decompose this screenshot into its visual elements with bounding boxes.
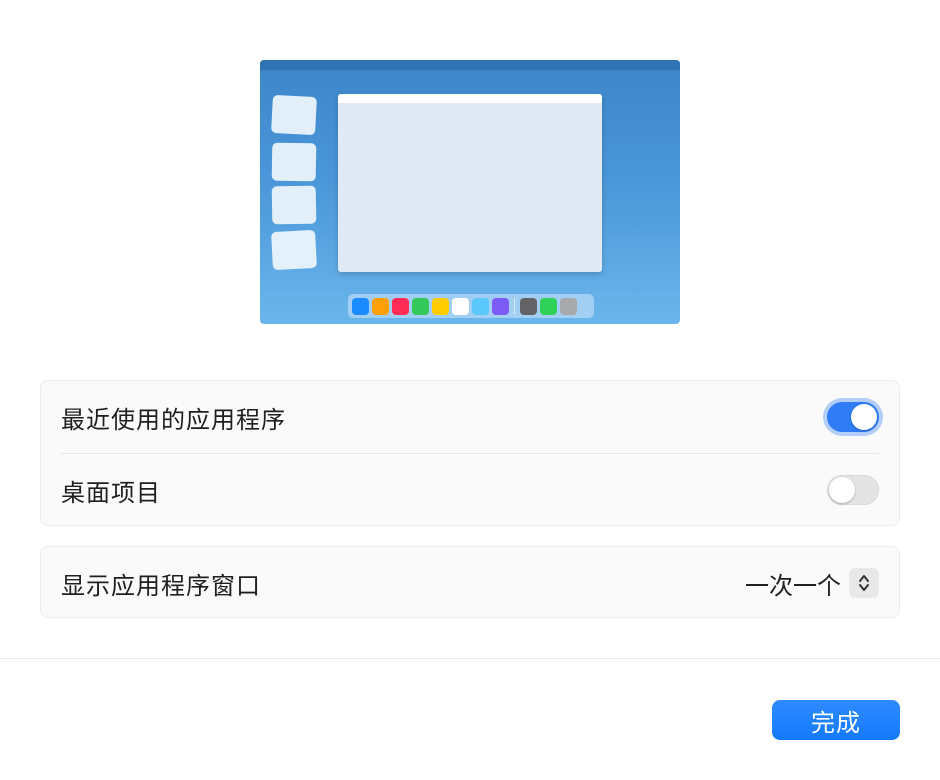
dock-app-icon <box>452 297 469 315</box>
strip-settings-group: 最近使用的应用程序 桌面项目 <box>40 380 900 526</box>
preview-stage-tile <box>271 229 317 271</box>
stage-manager-preview <box>260 60 680 324</box>
dock-app-icon <box>492 297 509 315</box>
up-down-chevron-icon[interactable] <box>849 568 879 598</box>
toggle-knob <box>829 477 855 503</box>
preview-menubar <box>260 60 680 70</box>
show-windows-popup[interactable]: 一次一个 <box>745 566 879 601</box>
dock-app-icon <box>560 297 577 315</box>
desktop-items-toggle[interactable] <box>827 475 879 505</box>
show-windows-value: 一次一个 <box>745 571 841 600</box>
show-windows-label: 显示应用程序窗口 <box>61 571 261 600</box>
dock-app-icon <box>412 297 429 315</box>
preview-stage-tile <box>271 185 317 225</box>
dock-app-icon <box>540 297 557 315</box>
preview-dock <box>348 294 594 318</box>
dock-app-icon <box>392 297 409 315</box>
window-settings-group: 显示应用程序窗口 一次一个 <box>40 546 900 618</box>
dock-app-icon <box>472 297 489 315</box>
toggle-knob <box>851 404 877 430</box>
preview-stage-tile <box>271 142 317 182</box>
show-windows-row: 显示应用程序窗口 一次一个 <box>41 547 899 619</box>
desktop-items-label: 桌面项目 <box>61 478 161 507</box>
recent-apps-row: 最近使用的应用程序 <box>41 381 899 453</box>
done-button[interactable]: 完成 <box>772 700 900 740</box>
desktop-items-row: 桌面项目 <box>41 453 899 527</box>
recent-apps-toggle[interactable] <box>827 402 879 432</box>
recent-apps-label: 最近使用的应用程序 <box>61 405 286 434</box>
dock-separator <box>514 298 515 314</box>
preview-window-titlebar <box>338 94 602 103</box>
dock-app-icon <box>352 297 369 315</box>
preview-main-window <box>338 94 602 272</box>
preview-stage-tile <box>271 94 317 136</box>
dock-app-icon <box>372 297 389 315</box>
dock-app-icon <box>520 297 537 315</box>
footer-divider <box>0 658 940 659</box>
dock-app-icon <box>432 297 449 315</box>
